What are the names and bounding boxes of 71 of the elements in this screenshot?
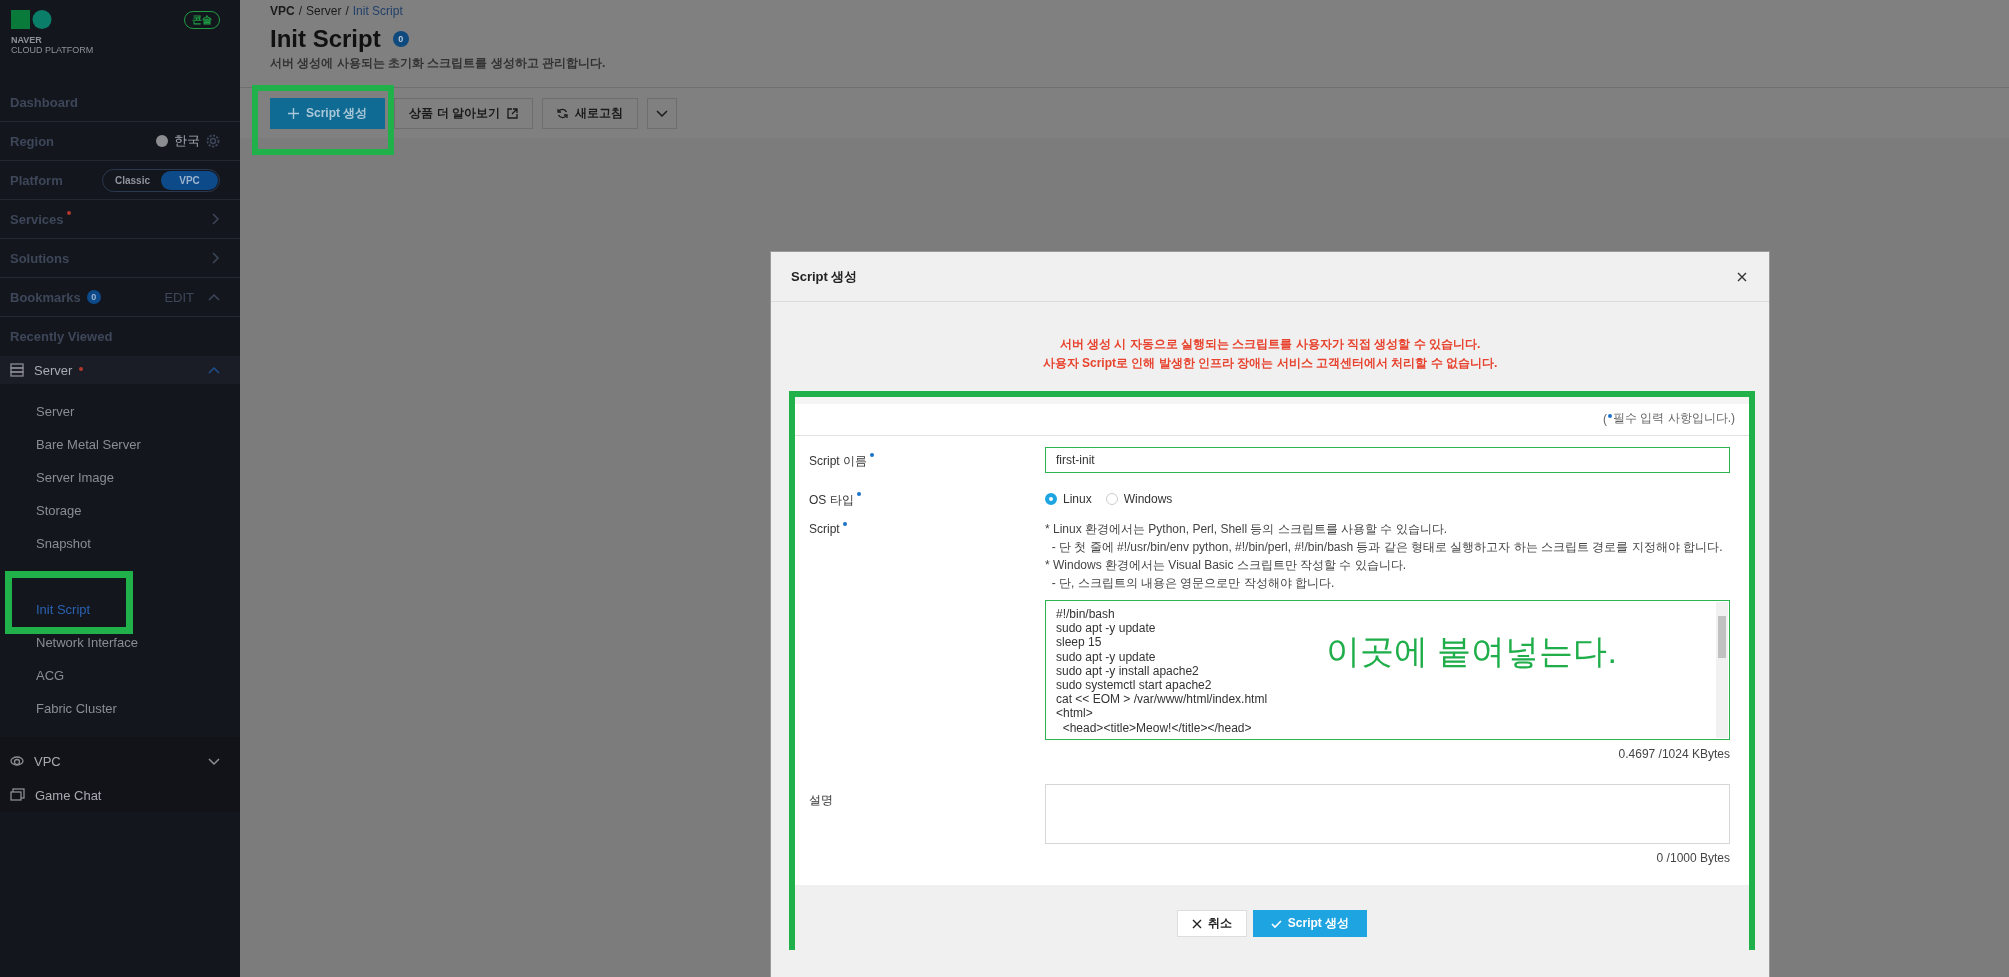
external-link-icon <box>507 107 518 119</box>
breadcrumb-separator: / <box>345 4 349 18</box>
note-text: ( <box>1603 411 1607 426</box>
script-text: #!/bin/bash sudo apt -y update sleep 15 sudo apt -y update sudo apt -y install apache2 sudo systemctl start apache2 cat << EOM > /var/www/html/index.html <html> <head><title>Meow!</title></head> <box>1056 607 1268 735</box>
warning-text: 서버 생성 시 자동으로 실행되는 스크립트를 사용자가 직접 생성할 수 있습니다. <box>1058 336 1482 353</box>
refresh-button[interactable]: 새로고침 <box>542 97 638 129</box>
help-text: * Linux 환경에서는 Python, Perl, Shell 등의 스크립트를 사용할 수 있습니다. <box>1045 521 1449 538</box>
sidebar-subitem[interactable]: Server <box>36 404 75 419</box>
annotation-text: 이곳에 붙여넣는다. <box>1326 631 1617 672</box>
radio-option[interactable]: Windows <box>1105 492 1173 506</box>
platform-toggle[interactable]: Classic VPC <box>102 168 220 192</box>
cancel-button[interactable]: 취소 <box>1176 910 1247 937</box>
more-button[interactable] <box>647 97 677 129</box>
description-field[interactable] <box>1045 784 1730 844</box>
field-label: Script 이름 <box>809 453 867 470</box>
check-icon <box>1270 918 1282 929</box>
logo-text: CLOUD PLATFORM <box>11 45 95 56</box>
sidebar-subitem[interactable]: Bare Metal Server <box>36 437 141 452</box>
close-icon <box>1737 271 1747 282</box>
sidebar-item[interactable]: Game Chat <box>35 787 102 803</box>
sidebar-subitem[interactable]: Server Image <box>36 470 115 485</box>
server-icon <box>10 363 24 377</box>
size-counter: 0.4697 /1024 KBytes <box>1617 747 1730 761</box>
settings-icon <box>206 134 220 148</box>
note-text: 필수 입력 사항입니다.) <box>1613 410 1735 427</box>
sidebar-subitem[interactable]: Snapshot <box>36 536 91 551</box>
breadcrumb-separator: / <box>298 4 303 18</box>
logo-text: NAVER <box>11 35 43 45</box>
plus-icon <box>288 107 299 119</box>
sidebar-item[interactable]: VPC <box>34 753 61 769</box>
breadcrumb-link[interactable]: Server <box>306 4 342 18</box>
scrollbar[interactable] <box>1716 602 1728 738</box>
sidebar-subitem[interactable]: Fabric Cluster <box>36 701 117 716</box>
learn-more-button[interactable]: 상품 더 알아보기 <box>394 97 533 129</box>
chat-icon <box>10 788 25 802</box>
sidebar-subitem[interactable]: Network Interface <box>36 635 138 650</box>
flag-icon <box>156 135 168 147</box>
required-dot <box>1608 413 1612 418</box>
warning-text: 사용자 Script로 인해 발생한 인프라 장애는 서비스 고객센터에서 처리할 수 없습니다. <box>1041 355 1499 372</box>
radio-button[interactable] <box>1045 493 1057 505</box>
field-label: 설명 <box>809 792 833 809</box>
create-button[interactable]: Script 생성 <box>270 97 386 129</box>
count-badge: 0 <box>86 290 101 304</box>
size-counter: 0 /1000 Bytes <box>1655 851 1730 865</box>
count-badge: 0 <box>392 31 409 47</box>
help-text: - 단 첫 줄에 #!/usr/bin/env python, #!/bin/perl, #!/bin/bash 등과 같은 형태로 실행하고자 하는 스크립트 경로를 지정해야 합니다. <box>1050 539 1724 556</box>
sidebar-item: Recently Viewed <box>10 329 113 344</box>
radio-option[interactable]: Linux <box>1045 492 1092 506</box>
field-label: Script <box>809 522 840 536</box>
help-text: * Windows 환경에서는 Visual Basic 스크립트만 작성할 수 있습니다. <box>1045 557 1408 574</box>
field-label: OS 타입 <box>809 492 854 509</box>
sidebar-subitem[interactable]: ACG <box>36 668 65 683</box>
chevron-right-icon <box>210 213 220 225</box>
page-description: 서버 생성에 사용되는 초기화 스크립트를 생성하고 관리합니다. <box>270 55 607 72</box>
script-field[interactable] <box>1045 600 1730 740</box>
refresh-icon <box>557 107 568 119</box>
breadcrumb-link[interactable]: VPC <box>270 4 295 18</box>
radio-button[interactable] <box>1105 493 1118 505</box>
close-icon <box>1191 918 1202 929</box>
help-text: - 단, 스크립트의 내용은 영문으로만 작성해야 합니다. <box>1050 575 1336 592</box>
name-field[interactable]: first-init <box>1045 447 1730 473</box>
logo-icon <box>11 10 52 29</box>
create-button[interactable]: Script 생성 <box>1252 910 1368 937</box>
chevron-right-icon <box>210 252 220 264</box>
chevron-down-icon <box>656 108 668 118</box>
sidebar-subitem[interactable]: Storage <box>36 503 82 518</box>
page-title: Init Script <box>270 24 381 54</box>
sidebar-item[interactable]: Server <box>34 362 73 378</box>
region-value[interactable]: 한국 <box>174 132 200 150</box>
sidebar-subitem[interactable]: Init Script <box>36 602 91 617</box>
dialog-title: Script 생성 <box>791 267 859 286</box>
